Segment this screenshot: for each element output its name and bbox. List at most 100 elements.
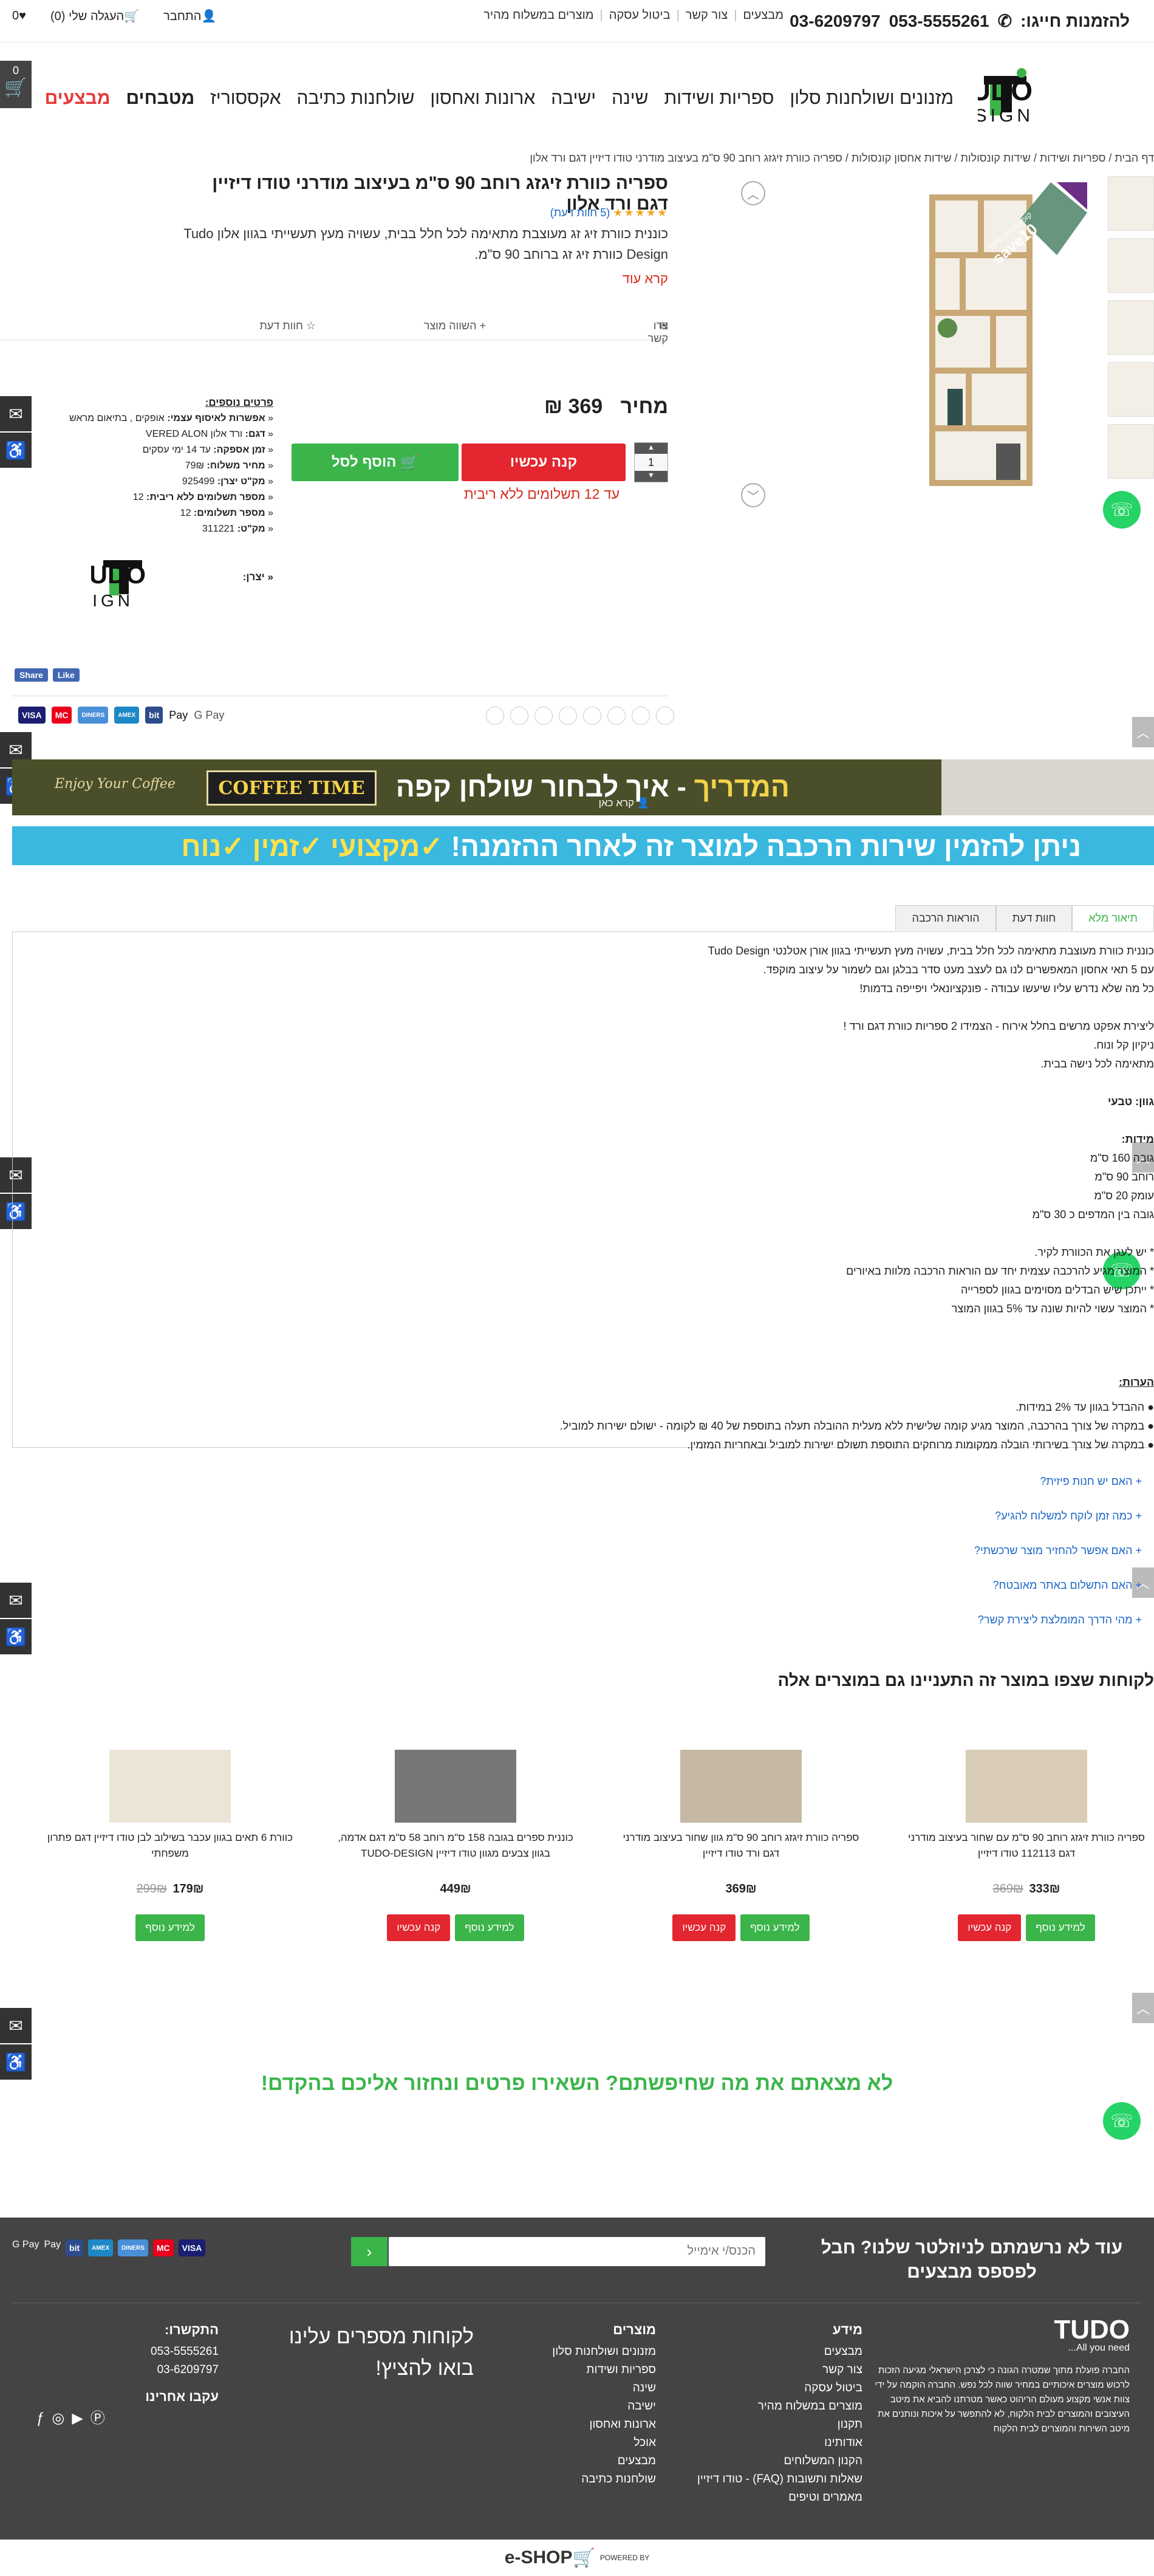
nav-item-sleep[interactable]: שינה [612, 88, 648, 109]
powered-by[interactable]: POWERED BY 🛒 e-SHOP [0, 2540, 1154, 2576]
brand-logo[interactable]: TUDO DESIGN [91, 547, 237, 614]
tab-reviews[interactable]: חוות דעת [995, 905, 1073, 931]
footer-link[interactable]: אוכל [486, 2434, 656, 2452]
newsletter-submit-button[interactable]: ‹ [351, 2237, 388, 2266]
buy-now-button[interactable]: קנה עכשיו [387, 1914, 451, 1941]
faq-item[interactable]: + האם אפשר להחזיר מוצר שרכשתי? [534, 1533, 1142, 1568]
fb-like-button[interactable]: Like [52, 668, 80, 682]
footer-testimonials[interactable]: לקוחות מספרים עלינו בואו להציץ! [267, 2321, 474, 2384]
footer-link[interactable]: מבצעים [486, 2452, 656, 2470]
top-link-cancel[interactable]: ביטול עסקה [609, 9, 671, 22]
accessibility-icon[interactable]: ♿ [0, 1619, 32, 1654]
fb-share-button[interactable]: Share [15, 668, 48, 682]
gallery-down-arrow-icon[interactable]: ﹀ [741, 483, 765, 507]
qty-up-icon[interactable]: ▲ [635, 443, 667, 454]
related-product-image[interactable] [680, 1750, 802, 1823]
guide-banner-cta[interactable]: 👤 קרא כאן [599, 797, 650, 809]
phone-link-2[interactable]: 03-6209797 [790, 12, 880, 31]
footer-link[interactable]: ישיבה [486, 2397, 656, 2416]
related-product[interactable]: ספריה כוורת זיגזג רוחב 90 ס"מ עם שחור בע… [899, 1750, 1154, 1941]
faq-item[interactable]: + האם התשלום באתר מאובטח? [534, 1568, 1142, 1603]
nav-item-sales[interactable]: מבצעים [45, 88, 111, 109]
share-icon[interactable] [534, 707, 553, 725]
related-product-image[interactable] [395, 1750, 516, 1823]
qty-value[interactable]: 1 [635, 454, 667, 471]
footer-link[interactable]: הקנון המשלוחים [668, 2452, 862, 2470]
thumbnail[interactable] [1108, 176, 1154, 231]
guide-banner[interactable]: המדריך - איך לבחור שולחן קפה 👤 קרא כאן C… [12, 759, 1154, 815]
share-icon[interactable] [583, 707, 601, 725]
buy-now-button[interactable]: קנה עכשיו [672, 1914, 736, 1941]
footer-link[interactable]: מוצרים במשלוח מהיר [668, 2397, 862, 2416]
share-icon[interactable] [656, 707, 674, 725]
scroll-up-button[interactable]: ︿ [1132, 1993, 1154, 2023]
faq-item[interactable]: + מהי הדרך המומלצת ליצירת קשר? [534, 1603, 1142, 1637]
footer-logo[interactable]: TUDO [875, 2317, 1130, 2343]
newsletter-email-input[interactable]: הכנס/י אימייל [389, 2237, 765, 2266]
tab-full-description[interactable]: תיאור מלא [1072, 905, 1154, 931]
rating[interactable]: ★★★★★ (5 חוות דעת) [550, 207, 668, 219]
footer-phone[interactable]: 053-5555261 [36, 2343, 219, 2361]
thumbnail[interactable] [1108, 424, 1154, 479]
faq-item[interactable]: + כמה זמן לוקח למשלוח להגיע? [534, 1499, 1142, 1533]
nav-item-kitchens[interactable]: מטבחים [126, 88, 195, 109]
nav-item-living[interactable]: מזנונים ושולחנות סלון [790, 88, 954, 109]
share-icon[interactable] [486, 707, 504, 725]
whatsapp-icon[interactable]: ☏ [1103, 491, 1141, 529]
thumbnail[interactable] [1108, 300, 1154, 355]
related-product-name[interactable]: כוננית ספרים בגובה 158 ס"מ רוחב 58 ס"מ ד… [328, 1830, 583, 1864]
gallery-up-arrow-icon[interactable]: ︿ [741, 181, 765, 205]
footer-link[interactable]: ארונות ואחסון [486, 2416, 656, 2434]
thumbnail[interactable] [1108, 362, 1154, 417]
buy-now-button[interactable]: קנה עכשיו [462, 444, 626, 481]
wishlist-link[interactable]: ♥0 [12, 9, 26, 23]
nav-item-desks[interactable]: שולחנות כתיבה [297, 88, 415, 109]
footer-link[interactable]: ביטול עסקה [668, 2379, 862, 2397]
nav-item-seating[interactable]: ישיבה [551, 88, 596, 109]
product-image[interactable]: save10 קופון הנחה 10% [856, 182, 1087, 498]
footer-link[interactable]: מאמרים וטיפים [668, 2489, 862, 2507]
breadcrumb[interactable]: דף הבית / ספריות ושידות / שידות קונסולות… [0, 152, 1154, 165]
faq-item[interactable]: + האם יש חנות פיזית? [534, 1464, 1142, 1499]
related-product[interactable]: ספריה כוורת זיגזג רוחב 90 ס"מ גוון שחור … [613, 1750, 869, 1941]
buy-now-button[interactable]: קנה עכשיו [958, 1914, 1022, 1941]
footer-link[interactable]: אודותינו [668, 2434, 862, 2452]
mail-icon[interactable]: ✉ [0, 1583, 32, 1618]
side-cart-button[interactable]: 0 🛒 [0, 61, 32, 108]
thumbnail[interactable] [1108, 238, 1154, 293]
compare-link[interactable]: + השווה מוצר [424, 320, 486, 332]
phone-link-1[interactable]: 053-5555261 [889, 12, 989, 31]
more-info-button[interactable]: למידע נוסף [740, 1914, 810, 1941]
related-product-image[interactable] [966, 1750, 1087, 1823]
more-info-button[interactable]: למידע נוסף [1026, 1914, 1095, 1941]
footer-link[interactable]: מבצעים [668, 2343, 862, 2361]
footer-link[interactable]: שולחנות כתיבה [486, 2470, 656, 2489]
add-to-cart-button[interactable]: 🛒 הוסף לסל [292, 444, 459, 481]
review-link[interactable]: ☆ חוות דעת [259, 320, 316, 332]
more-info-button[interactable]: למידע נוסף [455, 1914, 524, 1941]
footer-link[interactable]: צור קשר [668, 2361, 862, 2379]
footer-link[interactable]: שינה [486, 2379, 656, 2397]
instagram-icon[interactable]: ◎ [52, 2410, 64, 2428]
footer-link[interactable]: מזנונים ושולחנות סלון [486, 2343, 656, 2361]
quantity-stepper[interactable]: ▲ 1 ▼ [634, 442, 668, 482]
footer-link[interactable]: תקנון [668, 2416, 862, 2434]
nav-item-storage[interactable]: ארונות ואחסון [430, 88, 535, 109]
qty-down-icon[interactable]: ▼ [635, 471, 667, 482]
more-info-button[interactable]: למידע נוסף [135, 1914, 205, 1941]
footer-phone[interactable]: 03-6209797 [36, 2361, 219, 2379]
whatsapp-icon[interactable]: ☏ [1103, 2102, 1141, 2140]
mail-icon[interactable]: ✉ [0, 2008, 32, 2043]
site-logo[interactable]: TUDO DESIGN [978, 61, 1130, 134]
top-link-sales[interactable]: מבצעים [743, 9, 784, 22]
top-link-fast-shipping[interactable]: מוצרים במשלוח מהיר [483, 9, 593, 22]
youtube-icon[interactable]: ▶ [72, 2410, 83, 2428]
footer-link[interactable]: ספריות ושידות [486, 2361, 656, 2379]
related-product-name[interactable]: כוורת 6 תאים בגוון עכבר בשילוב לבן טודו … [43, 1830, 298, 1864]
scroll-up-button[interactable]: ︿ [1132, 717, 1154, 747]
login-link[interactable]: 👤התחבר [163, 9, 216, 24]
tab-assembly[interactable]: הוראות הרכבה [895, 905, 996, 931]
pinterest-icon[interactable]: Ⓟ [90, 2410, 105, 2428]
read-more-link[interactable]: קרא עוד [623, 271, 668, 287]
top-link-contact[interactable]: צור קשר [686, 9, 728, 22]
